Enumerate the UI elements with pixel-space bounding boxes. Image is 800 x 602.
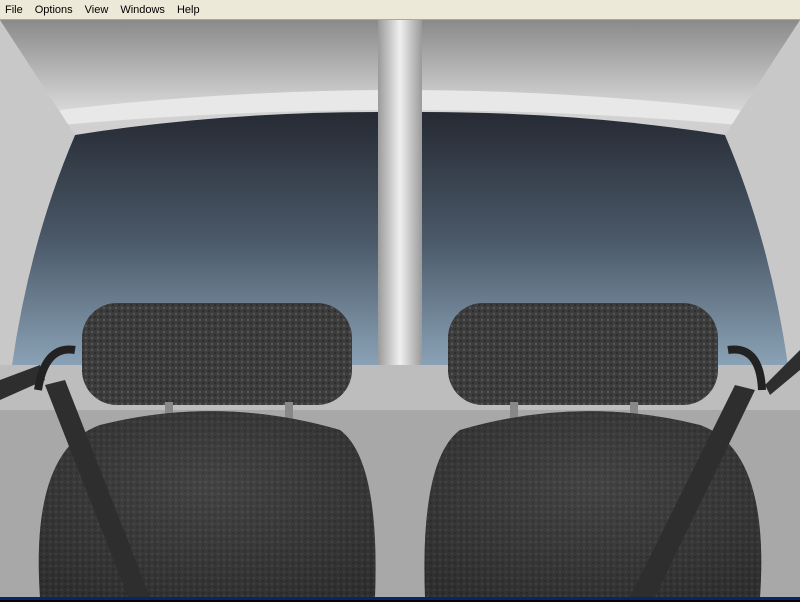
menu-windows[interactable]: Windows — [114, 1, 171, 19]
3d-viewport[interactable] — [0, 20, 800, 597]
menu-file[interactable]: File — [0, 1, 29, 19]
headrest-right — [448, 303, 718, 405]
center-pillar — [378, 20, 422, 375]
menu-view[interactable]: View — [79, 1, 115, 19]
car-interior-render — [0, 20, 800, 597]
menu-help[interactable]: Help — [171, 1, 206, 19]
headrest-left — [82, 303, 352, 405]
menu-bar: File Options View Windows Help — [0, 0, 800, 20]
menu-options[interactable]: Options — [29, 1, 79, 19]
